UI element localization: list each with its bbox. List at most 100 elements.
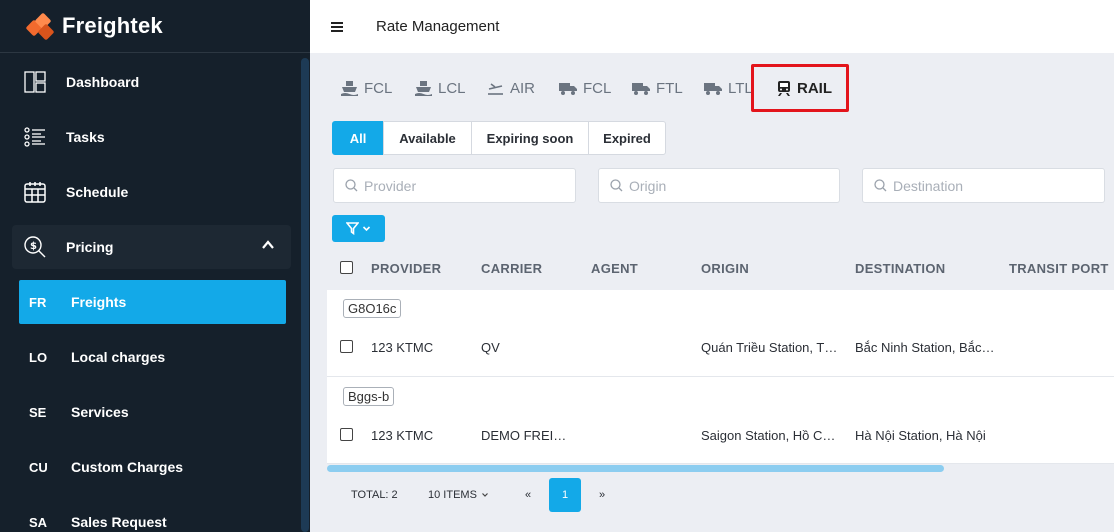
tab-sea-lcl[interactable]: LCL (415, 64, 466, 112)
truck-icon (704, 82, 722, 95)
sidebar-item-label: Pricing (66, 239, 114, 255)
provider-search[interactable] (333, 168, 576, 203)
column-header-agent[interactable]: AGENT (591, 261, 638, 276)
column-header-destination[interactable]: DESTINATION (855, 261, 945, 276)
row-checkbox[interactable] (340, 340, 353, 353)
sidebar-subitem-label: Services (71, 404, 129, 420)
select-all-checkbox[interactable] (340, 261, 353, 274)
origin-cell: Saigon Station, Hồ Chí Minh (701, 428, 841, 443)
filter-available[interactable]: Available (383, 121, 472, 155)
sidebar: Freightek Dashboard Tasks Schedule $ Pri… (0, 0, 310, 532)
filter-expiring-soon[interactable]: Expiring soon (471, 121, 589, 155)
chevron-down-icon (362, 226, 371, 232)
tasks-icon (22, 124, 48, 150)
sidebar-subitem-label: Sales Request (71, 514, 167, 530)
sidebar-item-label: Dashboard (66, 74, 140, 90)
dashboard-icon (22, 69, 48, 95)
funnel-icon (346, 222, 359, 235)
tab-label: LCL (438, 79, 466, 97)
destination-search[interactable] (862, 168, 1105, 203)
sidebar-subitem-services[interactable]: SE Services (19, 390, 286, 434)
column-header-carrier[interactable]: CARRIER (481, 261, 542, 276)
column-header-transit-port[interactable]: TRANSIT PORT (1009, 261, 1109, 276)
sidebar-subitem-abbr: SE (29, 404, 47, 420)
provider-input[interactable] (364, 177, 557, 194)
svg-text:$: $ (30, 241, 37, 252)
provider-cell: 123 KTMC (371, 340, 434, 355)
sidebar-item-label: Schedule (66, 184, 129, 200)
page-title: Rate Management (376, 18, 500, 35)
sidebar-subitem-abbr: LO (29, 349, 48, 365)
tab-label: FCL (583, 79, 612, 97)
sidebar-subitem-local-charges[interactable]: LO Local charges (19, 335, 286, 379)
sidebar-subitem-freights[interactable]: FR Freights (19, 280, 286, 324)
rate-group: G8O16c 123 KTMC QV Quán Triều Station, T… (327, 290, 1114, 377)
destination-cell: Hà Nội Station, Hà Nội (855, 428, 986, 443)
tab-road-fcl[interactable]: FCL (559, 64, 611, 112)
sidebar-subitem-abbr: FR (29, 294, 47, 310)
next-page-button[interactable]: » (599, 478, 605, 512)
sidebar-subitem-abbr: CU (29, 459, 48, 475)
tab-label: AIR (510, 79, 536, 97)
origin-search[interactable] (598, 168, 840, 203)
tab-label: LTL (728, 79, 753, 97)
ship-icon (341, 80, 358, 96)
tab-label: FCL (364, 79, 393, 97)
filter-all[interactable]: All (332, 121, 384, 155)
sidebar-item-tasks[interactable]: Tasks (12, 115, 291, 159)
freightek-logo-icon (25, 12, 56, 41)
sidebar-subitem-abbr: SA (29, 514, 48, 530)
tab-air[interactable]: AIR (487, 64, 535, 112)
sidebar-scrollbar[interactable] (301, 58, 309, 532)
sidebar-subitem-label: Freights (71, 294, 127, 310)
column-header-origin[interactable]: ORIGIN (701, 261, 749, 276)
prev-page-button[interactable]: « (525, 478, 531, 512)
group-tag: G8O16c (343, 299, 402, 318)
search-icon (345, 179, 358, 192)
chevron-down-icon (481, 493, 488, 497)
page-size-select[interactable]: 10 ITEMS (428, 478, 489, 512)
origin-cell: Quán Triều Station, Thái Nguyên (701, 340, 841, 355)
sidebar-subitem-label: Local charges (71, 349, 166, 365)
table-horizontal-scrollbar[interactable] (327, 465, 944, 472)
page-size-label: 10 ITEMS (428, 489, 477, 501)
sidebar-subitem-label: Custom Charges (71, 459, 184, 475)
sidebar-item-schedule[interactable]: Schedule (12, 170, 291, 214)
pricing-search-icon: $ (22, 234, 48, 260)
advanced-filter-button[interactable] (332, 215, 385, 242)
rate-group: Bggs-b 123 KTMC DEMO FREIGHT Saigon Stat… (327, 377, 1114, 464)
total-count: TOTAL: 2 (351, 489, 398, 501)
sidebar-item-label: Tasks (66, 129, 105, 145)
destination-cell: Bắc Ninh Station, Bắc Ninh (855, 340, 995, 355)
plane-icon (487, 81, 504, 96)
tab-sea-fcl[interactable]: FCL (341, 64, 392, 112)
tab-ftl[interactable]: FTL (632, 64, 683, 112)
brand[interactable]: Freightek (0, 0, 310, 53)
search-icon (874, 179, 887, 192)
group-tag: Bggs-b (343, 387, 395, 406)
carrier-cell: DEMO FREIGHT (481, 428, 575, 443)
filter-expired[interactable]: Expired (588, 121, 666, 155)
hamburger-menu-icon[interactable] (331, 21, 343, 32)
sidebar-subitem-custom-charges[interactable]: CU Custom Charges (19, 445, 286, 489)
column-header-provider[interactable]: PROVIDER (371, 261, 441, 276)
tab-ltl[interactable]: LTL (704, 64, 753, 112)
chevron-up-icon[interactable] (261, 238, 275, 255)
row-checkbox[interactable] (340, 428, 353, 441)
sidebar-item-pricing[interactable]: $ Pricing (12, 225, 291, 269)
origin-input[interactable] (629, 177, 821, 194)
tab-label: FTL (656, 79, 683, 97)
truck-icon (632, 82, 650, 95)
search-icon (610, 179, 623, 192)
calendar-icon (22, 179, 48, 205)
rail-tab-highlight (751, 64, 849, 112)
app-name: Freightek (62, 13, 163, 38)
sidebar-subitem-sales-request[interactable]: SA Sales Request (19, 500, 286, 532)
destination-input[interactable] (893, 177, 1086, 194)
page-1-button[interactable]: 1 (549, 478, 581, 512)
provider-cell: 123 KTMC (371, 428, 434, 443)
sidebar-item-dashboard[interactable]: Dashboard (12, 60, 291, 104)
carrier-cell: QV (481, 340, 500, 355)
truck-icon (559, 82, 577, 95)
ship-icon (415, 80, 432, 96)
